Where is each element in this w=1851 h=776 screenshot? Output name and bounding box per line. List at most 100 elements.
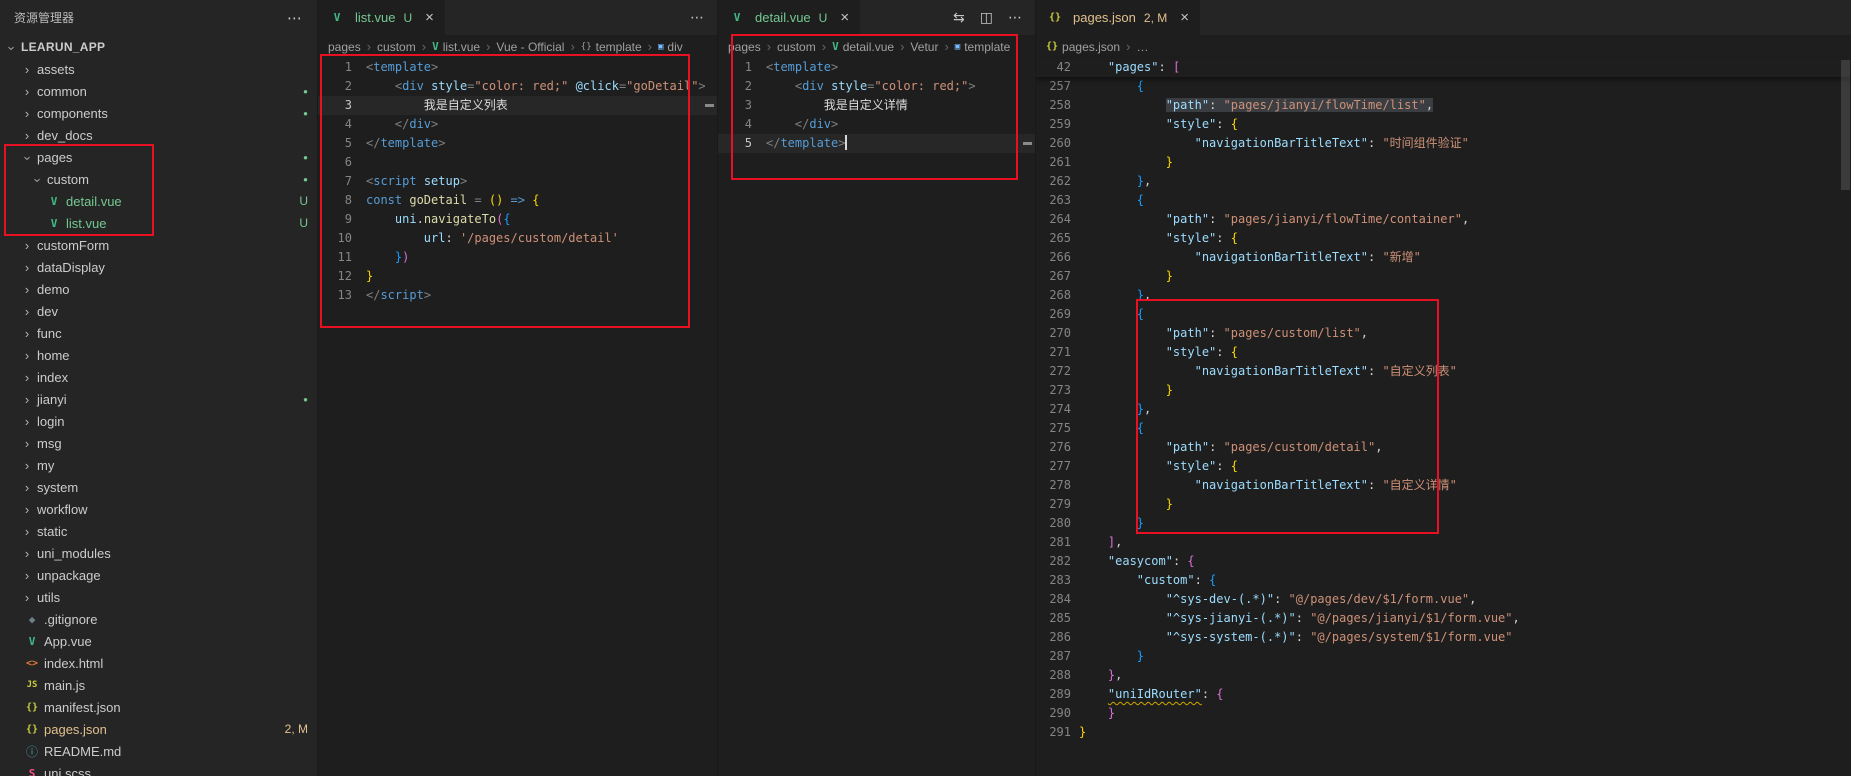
chevron-icon[interactable]: › [20,458,34,473]
breadcrumb-item-template[interactable]: ▣template [955,40,1010,54]
code-line[interactable]: 8const goDetail = () => { [318,191,717,210]
chevron-icon[interactable]: › [4,41,19,55]
tree-file-list-vue[interactable]: Vlist.vueU [0,212,317,234]
chevron-icon[interactable]: › [20,84,34,99]
tree-file-manifest-json[interactable]: {}manifest.json [0,696,317,718]
tree-folder-utils[interactable]: ›utils [0,586,317,608]
code-line[interactable]: 260 "navigationBarTitleText": "时间组件验证" [1036,134,1851,153]
code-line[interactable]: 280 } [1036,514,1851,533]
tree-folder-common[interactable]: ›common● [0,80,317,102]
chevron-icon[interactable]: › [20,304,34,319]
close-icon[interactable]: × [1180,10,1189,25]
chevron-icon[interactable]: › [20,238,34,253]
chevron-icon[interactable]: › [20,348,34,363]
code-line[interactable]: 266 "navigationBarTitleText": "新增" [1036,248,1851,267]
code-line[interactable]: 258 "path": "pages/jianyi/flowTime/list"… [1036,96,1851,115]
chevron-icon[interactable]: › [20,106,34,121]
code-line[interactable]: 13</script> [318,286,717,305]
code-line[interactable]: 279 } [1036,495,1851,514]
chevron-icon[interactable]: › [20,370,34,385]
breadcrumb-item-template[interactable]: {}template [581,40,642,54]
chevron-icon[interactable]: › [20,414,34,429]
tree-folder-index[interactable]: ›index [0,366,317,388]
tree-folder-uni-modules[interactable]: ›uni_modules [0,542,317,564]
code-line[interactable]: 281 ], [1036,533,1851,552]
tree-folder-dev-docs[interactable]: ›dev_docs [0,124,317,146]
code-line[interactable]: 2 <div style="color: red;" @click="goDet… [318,77,717,96]
chevron-icon[interactable]: › [20,546,34,561]
chevron-icon[interactable]: › [20,62,34,77]
code-line[interactable]: 9 uni.navigateTo({ [318,210,717,229]
tree-folder-demo[interactable]: ›demo [0,278,317,300]
code-line[interactable]: 288 }, [1036,666,1851,685]
chevron-icon[interactable]: › [20,568,34,583]
chevron-icon[interactable]: › [20,128,34,143]
tree-file-index-html[interactable]: <>index.html [0,652,317,674]
breadcrumb-item-list-vue[interactable]: Vlist.vue [432,40,480,54]
code-line[interactable]: 271 "style": { [1036,343,1851,362]
code-line[interactable]: 10 url: '/pages/custom/detail' [318,229,717,248]
tree-folder-login[interactable]: ›login [0,410,317,432]
chevron-icon[interactable]: › [20,436,34,451]
code-line[interactable]: 5</template> [718,134,1035,153]
breadcrumb-item-vetur[interactable]: Vetur [910,40,938,54]
code-area[interactable]: 1<template>2 <div style="color: red;" @c… [318,58,717,776]
tree-folder-func[interactable]: ›func [0,322,317,344]
code-line[interactable]: 286 "^sys-system-(.*)": "@/pages/system/… [1036,628,1851,647]
code-line[interactable]: 11 }) [318,248,717,267]
code-line[interactable]: 267 } [1036,267,1851,286]
code-line[interactable]: 261 } [1036,153,1851,172]
code-line[interactable]: 276 "path": "pages/custom/detail", [1036,438,1851,457]
code-line[interactable]: 262 }, [1036,172,1851,191]
tree-folder-jianyi[interactable]: ›jianyi● [0,388,317,410]
tree-folder-my[interactable]: ›my [0,454,317,476]
code-area[interactable]: 1<template>2 <div style="color: red;">3 … [718,58,1035,776]
code-line[interactable]: 282 "easycom": { [1036,552,1851,571]
tree-folder-assets[interactable]: ›assets [0,58,317,80]
code-line[interactable]: 268 }, [1036,286,1851,305]
tab-detail-vue[interactable]: Vdetail.vueU× [718,0,860,35]
breadcrumb-item-custom[interactable]: custom [777,40,816,54]
code-line[interactable]: 274 }, [1036,400,1851,419]
chevron-icon[interactable]: › [20,524,34,539]
code-line[interactable]: 270 "path": "pages/custom/list", [1036,324,1851,343]
more-actions-icon[interactable]: ⋯ [287,9,303,27]
open-changes-icon[interactable]: ⇆ [953,9,965,26]
tree-folder-custom[interactable]: ›custom● [0,168,317,190]
tab-pages-json[interactable]: {}pages.json2, M× [1036,0,1200,35]
code-line[interactable]: 289 "uniIdRouter": { [1036,685,1851,704]
code-line[interactable]: 263 { [1036,191,1851,210]
tree-folder-learun-app[interactable]: ›LEARUN_APP [0,36,317,58]
code-line[interactable]: 7<script setup> [318,172,717,191]
code-line[interactable]: 264 "path": "pages/jianyi/flowTime/conta… [1036,210,1851,229]
code-line[interactable]: 265 "style": { [1036,229,1851,248]
close-icon[interactable]: × [425,10,434,25]
more-actions-icon[interactable]: ⋯ [1008,9,1022,26]
close-icon[interactable]: × [840,10,849,25]
breadcrumb-item-detail-vue[interactable]: Vdetail.vue [832,40,894,54]
code-line[interactable]: 287 } [1036,647,1851,666]
code-line[interactable]: 278 "navigationBarTitleText": "自定义详情" [1036,476,1851,495]
chevron-icon[interactable]: › [30,173,45,187]
tree-folder-static[interactable]: ›static [0,520,317,542]
chevron-icon[interactable]: › [20,326,34,341]
tree-folder-components[interactable]: ›components● [0,102,317,124]
tree-folder-customform[interactable]: ›customForm [0,234,317,256]
code-line[interactable]: 1<template> [318,58,717,77]
code-line[interactable]: 285 "^sys-jianyi-(.*)": "@/pages/jianyi/… [1036,609,1851,628]
tree-file-uni-scss[interactable]: Suni.scss [0,762,317,776]
breadcrumb-item-pages[interactable]: pages [328,40,361,54]
split-editor-icon[interactable]: ◫ [980,9,993,26]
code-line[interactable]: 291} [1036,723,1851,742]
code-line[interactable]: 277 "style": { [1036,457,1851,476]
breadcrumb-item-[interactable]: … [1136,40,1148,54]
code-line[interactable]: 3 我是自定义列表 [318,96,717,115]
tree-folder-pages[interactable]: ›pages● [0,146,317,168]
code-line[interactable]: 269 { [1036,305,1851,324]
tree-folder-msg[interactable]: ›msg [0,432,317,454]
code-line[interactable]: 290 } [1036,704,1851,723]
code-line[interactable]: 259 "style": { [1036,115,1851,134]
tree-file-app-vue[interactable]: VApp.vue [0,630,317,652]
code-line[interactable]: 257 { [1036,77,1851,96]
chevron-icon[interactable]: › [20,392,34,407]
